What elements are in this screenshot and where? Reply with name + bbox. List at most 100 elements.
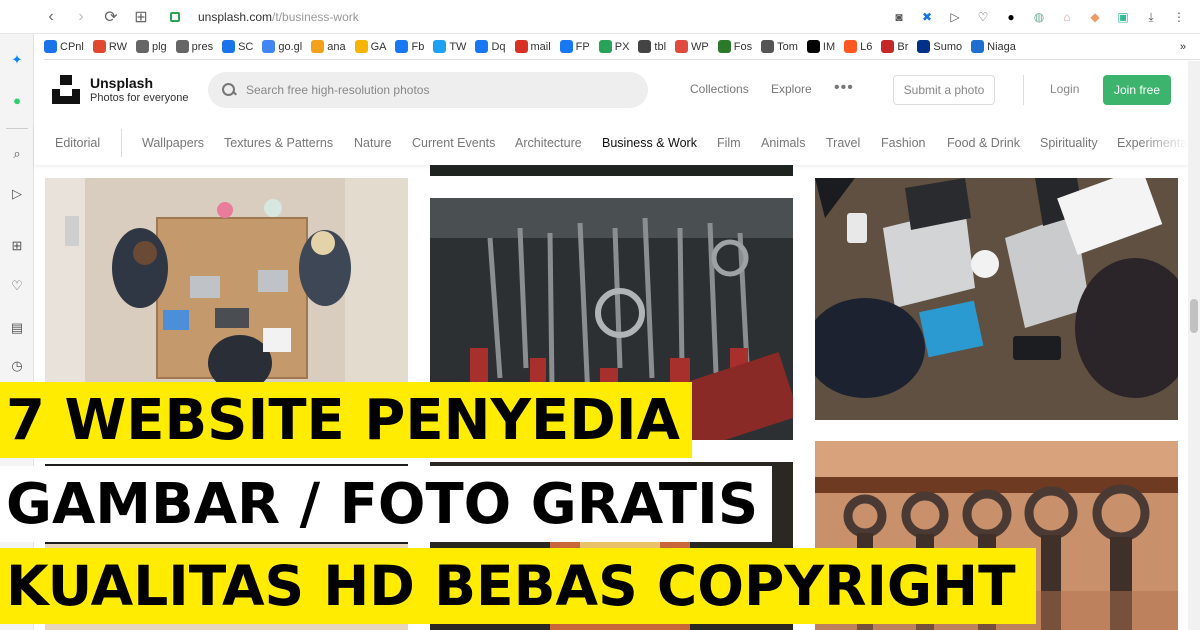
grid-icon[interactable]: ⊞ bbox=[7, 236, 27, 256]
bookmark-favicon-icon bbox=[44, 40, 57, 53]
play-icon[interactable]: ▷ bbox=[944, 6, 966, 28]
collections-link[interactable]: Collections bbox=[690, 82, 749, 96]
heart-icon[interactable]: ♡ bbox=[7, 276, 27, 296]
bookmark-favicon-icon bbox=[262, 40, 276, 53]
bookmark-item[interactable]: Sumo bbox=[917, 40, 962, 53]
search-input[interactable] bbox=[246, 83, 626, 97]
bookmark-favicon-icon bbox=[311, 40, 325, 53]
bookmark-item[interactable]: plg bbox=[135, 40, 167, 53]
tab-category[interactable]: Travel bbox=[826, 136, 860, 150]
bookmark-item[interactable]: L6 bbox=[844, 40, 872, 53]
bookmark-item[interactable]: PX bbox=[598, 40, 629, 53]
search-icon[interactable]: ⌕ bbox=[7, 144, 27, 164]
tab-category[interactable]: Business & Work bbox=[602, 136, 697, 150]
bookmark-favicon-icon bbox=[135, 40, 149, 53]
unsplash-logo-icon[interactable] bbox=[52, 75, 80, 104]
bookmark-favicon-icon bbox=[881, 40, 895, 53]
tab-category[interactable]: Food & Drink bbox=[947, 136, 1020, 150]
bookmark-item[interactable]: CPnl bbox=[44, 40, 84, 53]
reload-icon[interactable]: ⟳ bbox=[98, 4, 124, 30]
bookmark-item[interactable]: TW bbox=[433, 40, 466, 53]
photo-card[interactable] bbox=[45, 178, 408, 382]
screenshot: ‹ › ⟳ ⊞ unsplash.com/t/business-work ◙ ✖… bbox=[0, 0, 1200, 630]
brand[interactable]: Unsplash Photos for everyone bbox=[90, 75, 188, 105]
photo-image bbox=[45, 178, 408, 382]
banner-line-3: KUALITAS HD BEBAS COPYRIGHT bbox=[0, 548, 1036, 624]
divider bbox=[6, 128, 28, 129]
back-icon[interactable]: ‹ bbox=[38, 4, 64, 30]
notes-icon[interactable]: ▤ bbox=[7, 318, 27, 338]
more-menu-icon[interactable]: ••• bbox=[834, 79, 854, 97]
banner-line-2: GAMBAR / FOTO GRATIS bbox=[0, 466, 772, 542]
bookmark-item[interactable]: SC bbox=[222, 40, 253, 53]
camera-icon[interactable]: ◙ bbox=[888, 6, 910, 28]
tab-category[interactable]: Architecture bbox=[515, 136, 582, 150]
bookmark-item[interactable]: Br bbox=[881, 40, 908, 53]
history-icon[interactable]: ◷ bbox=[7, 356, 27, 376]
extension-icon[interactable]: ◍ bbox=[1028, 6, 1050, 28]
heart-icon[interactable]: ♡ bbox=[972, 6, 994, 28]
bookmark-item[interactable]: go.gl bbox=[262, 40, 302, 53]
whatsapp-icon[interactable]: ● bbox=[7, 90, 27, 110]
bookmark-item[interactable]: GA bbox=[354, 40, 387, 53]
bookmark-favicon-icon bbox=[559, 40, 573, 53]
bookmark-item[interactable]: IM bbox=[806, 40, 835, 53]
bookmark-favicon-icon bbox=[844, 40, 858, 53]
search-bar[interactable] bbox=[208, 72, 648, 108]
bookmark-item[interactable]: Tom bbox=[761, 40, 798, 53]
divider bbox=[121, 129, 122, 157]
bookmark-label: Fb bbox=[411, 40, 425, 53]
scroll-thumb[interactable] bbox=[1190, 299, 1198, 333]
bookmark-label: GA bbox=[370, 40, 387, 53]
extension-x-icon[interactable]: ✖ bbox=[916, 6, 938, 28]
bookmark-item[interactable]: ana bbox=[311, 40, 346, 53]
tab-category[interactable]: Fashion bbox=[881, 136, 925, 150]
extension-icon[interactable]: ◆ bbox=[1084, 6, 1106, 28]
messenger-icon[interactable]: ✦ bbox=[7, 50, 27, 70]
bookmark-item[interactable]: FP bbox=[559, 40, 590, 53]
bookmark-item[interactable]: pres bbox=[175, 40, 213, 53]
bookmark-item[interactable]: RW bbox=[92, 40, 127, 53]
tab-category[interactable]: Nature bbox=[354, 136, 392, 150]
bookmark-item[interactable]: Niaga bbox=[971, 40, 1016, 53]
bookmark-item[interactable]: Fb bbox=[395, 40, 424, 53]
tab-editorial[interactable]: Editorial bbox=[55, 136, 100, 150]
bookmark-label: RW bbox=[108, 40, 127, 53]
profile-icon[interactable]: ● bbox=[1000, 6, 1022, 28]
divider bbox=[1023, 75, 1024, 105]
bookmark-favicon-icon bbox=[395, 40, 409, 53]
photo-card[interactable] bbox=[430, 165, 793, 176]
bookmark-item[interactable]: mail bbox=[514, 40, 551, 53]
tab-category[interactable]: Animals bbox=[761, 136, 805, 150]
bookmark-item[interactable]: WP bbox=[675, 40, 709, 53]
bookmark-label: go.gl bbox=[278, 40, 303, 53]
login-link[interactable]: Login bbox=[1050, 82, 1079, 96]
bookmark-item[interactable]: tbl bbox=[638, 40, 666, 53]
join-free-button[interactable]: Join free bbox=[1103, 75, 1171, 105]
menu-icon[interactable]: ⋮ bbox=[1168, 6, 1190, 28]
bookmark-label: L6 bbox=[860, 40, 873, 53]
photo-card[interactable] bbox=[815, 178, 1178, 420]
forward-icon[interactable]: › bbox=[68, 4, 94, 30]
bookmark-item[interactable]: Dq bbox=[475, 40, 506, 53]
bookmark-item[interactable]: Fos bbox=[717, 40, 752, 53]
bookmark-favicon-icon bbox=[354, 40, 368, 53]
tabs-grid-icon[interactable]: ⊞ bbox=[128, 4, 154, 30]
submit-photo-button[interactable]: Submit a photo bbox=[893, 75, 995, 105]
extension-icon[interactable]: ▣ bbox=[1112, 6, 1134, 28]
bookmarks-more-icon[interactable]: » bbox=[1180, 41, 1186, 53]
banner-text-1: 7 WEBSITE PENYEDIA bbox=[6, 387, 680, 453]
tab-category[interactable]: Spirituality bbox=[1040, 136, 1098, 150]
bookmark-label: Tom bbox=[777, 40, 798, 53]
send-icon[interactable]: ▷ bbox=[7, 184, 27, 204]
explore-link[interactable]: Explore bbox=[771, 82, 812, 96]
scrollbar[interactable] bbox=[1188, 61, 1200, 630]
tab-category[interactable]: Film bbox=[717, 136, 741, 150]
extension-icon[interactable]: ⌂ bbox=[1056, 6, 1078, 28]
tab-category[interactable]: Wallpapers bbox=[142, 136, 204, 150]
download-icon[interactable]: ⤓ bbox=[1140, 6, 1162, 28]
bookmark-label: Dq bbox=[491, 40, 506, 53]
tab-category[interactable]: Textures & Patterns bbox=[224, 136, 333, 150]
tab-category[interactable]: Current Events bbox=[412, 136, 495, 150]
address-bar[interactable]: unsplash.com/t/business-work bbox=[170, 5, 359, 29]
